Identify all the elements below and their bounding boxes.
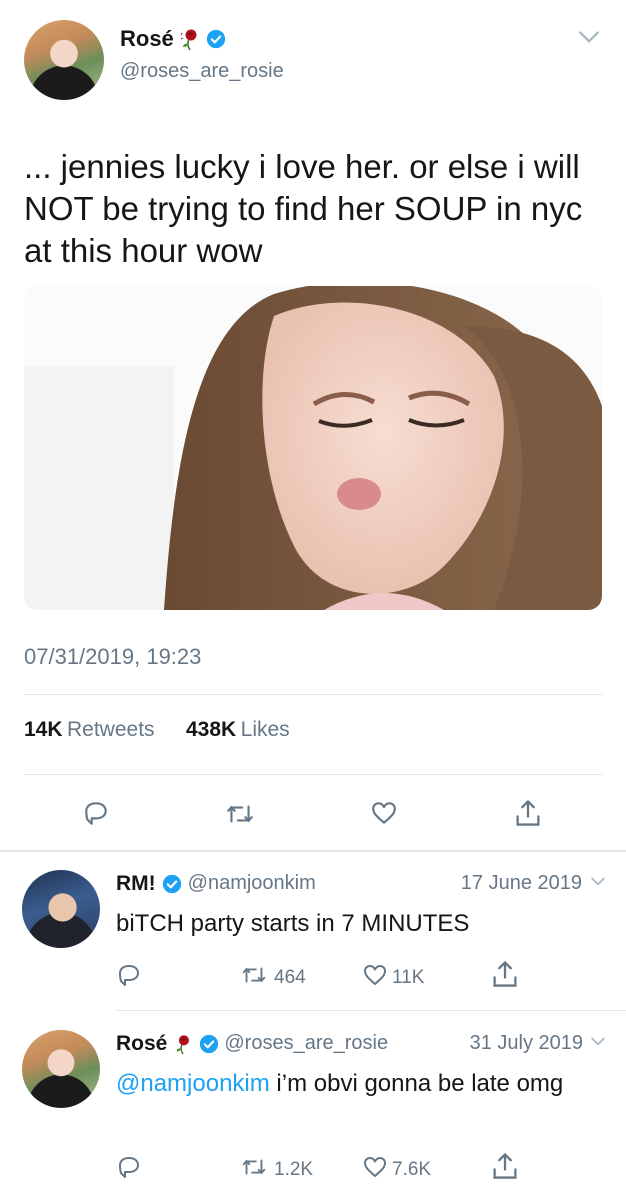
retweet-icon (240, 1154, 268, 1185)
reply-text: i’m obvi gonna be late omg (269, 1070, 564, 1097)
rose-emoji-icon (178, 27, 202, 51)
reply-date[interactable]: 17 June 2019 (461, 872, 582, 895)
tweet-photo[interactable] (24, 286, 602, 610)
author-handle[interactable]: @roses_are_rosie (120, 60, 284, 83)
author-name[interactable]: Rosé (120, 26, 174, 52)
like-count: 7.6K (392, 1158, 432, 1180)
retweet-icon (240, 962, 268, 993)
reply-text-container: @namjoonkim i’m obvi gonna be late omg (116, 1068, 586, 1100)
reply-author-handle[interactable]: @roses_are_rosie (224, 1032, 388, 1055)
rose-emoji-icon (172, 1033, 194, 1055)
verified-badge-icon (199, 1034, 219, 1054)
reply-icon[interactable] (116, 962, 142, 988)
like-count: 11K (392, 966, 425, 988)
retweet-action[interactable]: 1.2K (240, 1154, 313, 1185)
divider (116, 1010, 626, 1011)
mention-link[interactable]: @namjoonkim (116, 1070, 270, 1097)
like-action[interactable]: 7.6K (362, 1154, 431, 1185)
share-icon[interactable] (513, 798, 543, 828)
reply-avatar[interactable] (22, 870, 100, 948)
reply-text: biTCH party starts in 7 MINUTES (116, 910, 470, 937)
retweets-count: 14K (24, 718, 63, 741)
reply-author-name[interactable]: RM! (116, 872, 156, 896)
divider (24, 694, 602, 695)
photo-illustration (24, 286, 602, 610)
like-action[interactable]: 11K (362, 962, 424, 993)
tweet-timestamp[interactable]: 07/31/2019, 19:23 (24, 644, 201, 670)
chevron-down-icon[interactable] (576, 24, 602, 50)
reply-header: Rosé @roses_are_rosie 31 July 2019 (116, 1031, 608, 1056)
like-icon[interactable] (370, 799, 398, 827)
like-icon (362, 962, 388, 993)
retweet-count: 1.2K (274, 1158, 314, 1180)
share-icon[interactable] (490, 959, 520, 989)
reply-date[interactable]: 31 July 2019 (470, 1032, 583, 1055)
reply-avatar[interactable] (22, 1030, 100, 1108)
retweet-count: 464 (274, 966, 306, 988)
verified-badge-icon (206, 29, 226, 49)
likes-count: 438K (186, 718, 237, 741)
author-name-row[interactable]: Rosé (120, 26, 226, 52)
reply-author-name[interactable]: Rosé (116, 1032, 167, 1056)
divider (0, 850, 626, 852)
author-avatar[interactable] (24, 20, 104, 100)
retweets-label: Retweets (66, 718, 155, 741)
likes-label: Likes (240, 718, 290, 741)
reply-header: RM! @namjoonkim 17 June 2019 (116, 871, 608, 896)
like-icon (362, 1154, 388, 1185)
reply-icon[interactable] (82, 799, 110, 827)
share-icon[interactable] (490, 1151, 520, 1181)
divider (24, 774, 602, 775)
reply-icon[interactable] (116, 1154, 142, 1180)
tweet-text: ... jennies lucky i love her. or else i … (24, 148, 583, 269)
verified-badge-icon (162, 874, 182, 894)
chevron-down-icon[interactable] (588, 871, 608, 896)
chevron-down-icon[interactable] (588, 1031, 608, 1056)
retweet-icon[interactable] (224, 800, 256, 828)
retweet-action[interactable]: 464 (240, 962, 306, 993)
reply-author-handle[interactable]: @namjoonkim (188, 872, 316, 895)
retweets-stat[interactable]: 14K Retweets (24, 718, 155, 742)
likes-stat[interactable]: 438K Likes (186, 718, 290, 742)
